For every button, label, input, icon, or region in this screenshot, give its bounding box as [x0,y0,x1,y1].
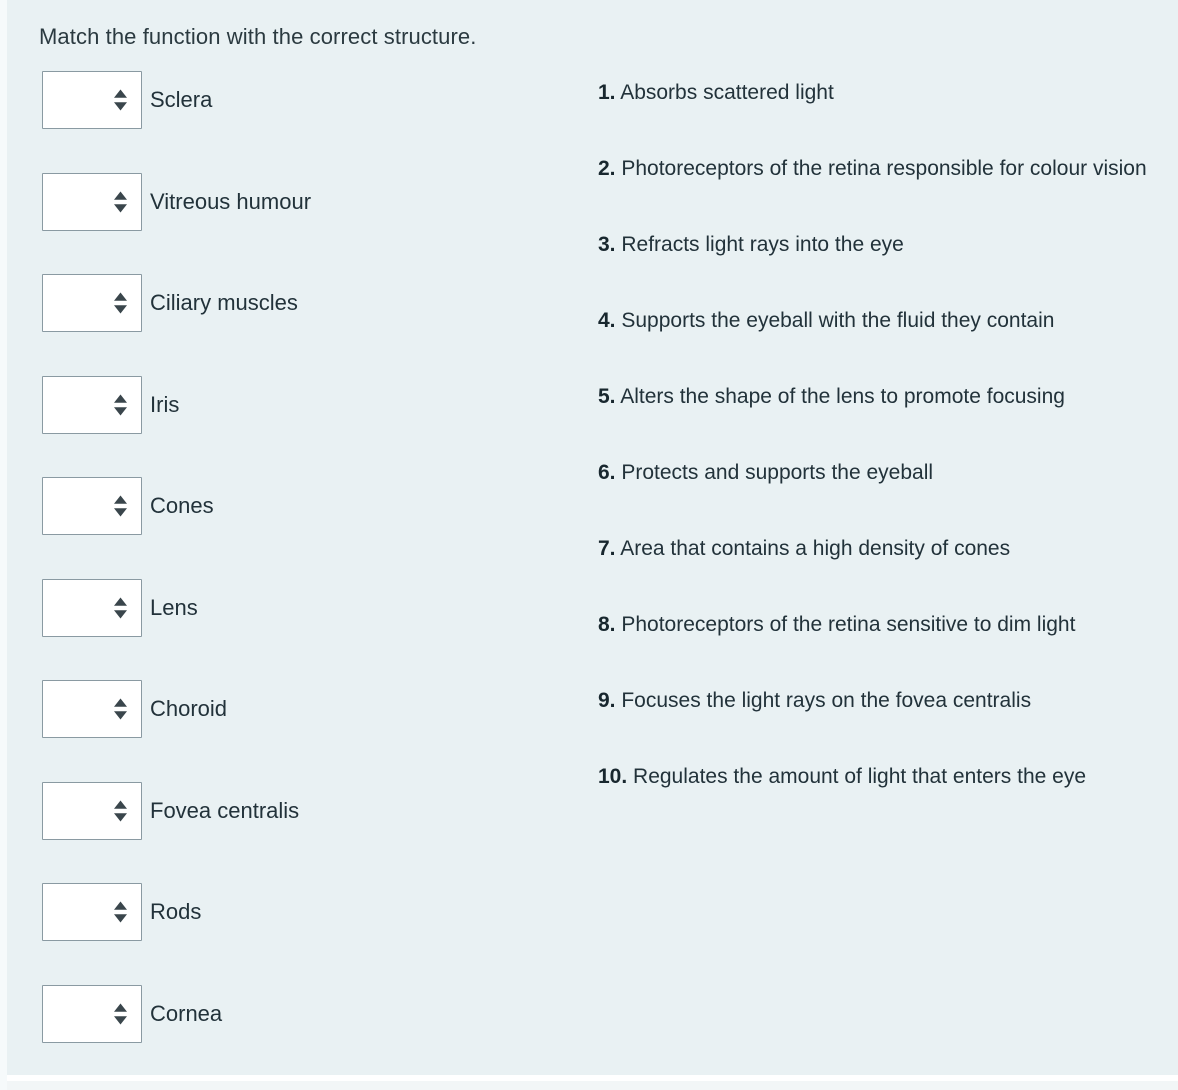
function-number: 5. [598,385,616,408]
structure-row: Lens [42,576,562,678]
question-prompt: Match the function with the correct stru… [39,24,477,49]
structure-select-9[interactable] [42,984,142,1043]
function-number: 4. [598,309,616,332]
structure-row: Ciliary muscles [42,271,562,373]
function-text: Absorbs scattered light [615,81,834,104]
function-text: Alters the shape of the lens to promote … [615,385,1065,408]
select-spinner-icon [113,799,128,822]
function-text: Photoreceptors of the retina sensitive t… [615,613,1076,636]
structure-select-7[interactable] [42,781,142,840]
function-number: 2. [598,157,616,180]
select-spinner-icon [113,495,128,518]
next-panel-sliver [7,1081,1178,1090]
structure-row: Sclera [42,68,562,170]
function-number: 6. [598,461,616,484]
structure-select-0[interactable] [42,71,142,129]
function-item: 4. Supports the eyeball with the fluid t… [598,299,1160,342]
function-number: 1. [598,81,616,104]
structure-select-8[interactable] [42,883,142,941]
structure-row: Cones [42,474,562,576]
select-spinner-icon [113,901,128,924]
structure-label: Fovea centralis [150,797,300,823]
structure-label: Ciliary muscles [150,290,298,315]
structure-label: Cornea [150,1000,223,1026]
structure-select-2[interactable] [42,274,142,332]
select-spinner-icon [113,190,128,213]
function-item: 10. Regulates the amount of light that e… [598,755,1160,798]
select-spinner-icon [113,698,128,721]
structure-row: Rods [42,880,562,982]
function-number: 8. [598,613,616,636]
function-item: 3. Refracts light rays into the eye [598,223,1160,266]
structure-row: Fovea centralis [42,779,562,881]
function-item: 2. Photoreceptors of the retina responsi… [598,147,1160,190]
structure-select-5[interactable] [42,578,142,637]
structure-label: Cones [150,493,214,518]
left-edge-gutter [0,0,7,1090]
function-text: Protects and supports the eyeball [615,461,934,484]
structure-row: Cornea [42,982,562,1084]
structure-select-4[interactable] [42,477,142,535]
structure-label: Vitreous humour [150,188,312,214]
structure-select-1[interactable] [42,172,142,231]
select-spinner-icon [113,89,128,112]
function-number: 7. [598,537,616,560]
select-spinner-icon [113,393,128,416]
function-text: Supports the eyeball with the fluid they… [615,309,1055,332]
select-spinner-icon [113,292,128,315]
select-spinner-icon [113,596,128,619]
structure-select-6[interactable] [42,680,142,738]
function-number: 3. [598,233,616,256]
structure-row: Iris [42,373,562,475]
structure-list: Sclera Vitreous humour Ciliary muscles Iris… [42,68,562,1083]
structure-label: Lens [150,594,198,620]
function-text: Refracts light rays into the eye [615,233,904,256]
function-item: 7. Area that contains a high density of … [598,527,1160,570]
function-text: Focuses the light rays on the fovea cent… [615,689,1032,712]
structure-row: Choroid [42,677,562,779]
function-item: 5. Alters the shape of the lens to promo… [598,375,1160,418]
function-text: Photoreceptors of the retina responsible… [615,157,1147,180]
function-list: 1. Absorbs scattered light 2. Photorecept… [598,71,1160,831]
function-text: Regulates the amount of light that enter… [627,765,1086,788]
function-item: 6. Protects and supports the eyeball [598,451,1160,494]
function-item: 8. Photoreceptors of the retina sensitiv… [598,603,1160,646]
function-text: Area that contains a high density of con… [615,537,1011,560]
structure-label: Rods [150,899,202,924]
select-spinner-icon [113,1002,128,1025]
structure-label: Iris [150,391,180,417]
function-item: 9. Focuses the light rays on the fovea c… [598,679,1160,722]
function-item: 1. Absorbs scattered light [598,71,1160,114]
matching-question-panel: Match the function with the correct stru… [7,0,1178,1075]
function-number: 9. [598,689,616,712]
structure-row: Vitreous humour [42,170,562,272]
page-root: Match the function with the correct stru… [0,0,1178,1090]
structure-select-3[interactable] [42,375,142,434]
structure-label: Choroid [150,696,228,721]
function-number: 10. [598,765,628,788]
structure-label: Sclera [150,87,213,112]
